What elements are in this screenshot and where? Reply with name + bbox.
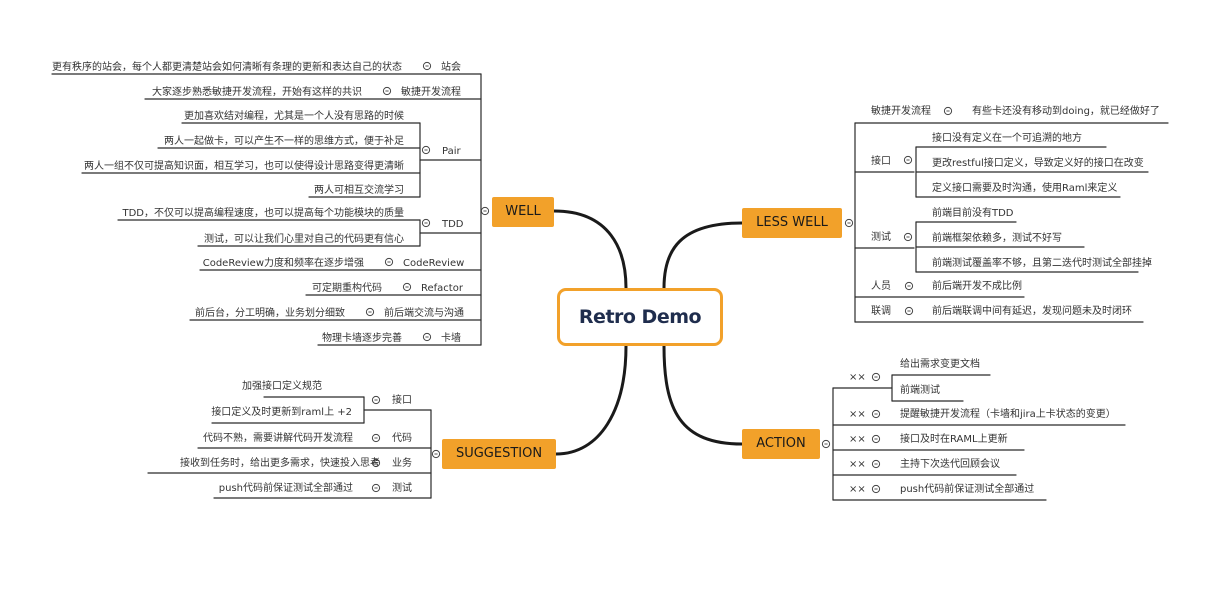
lesswell-agile-topic[interactable]: 敏捷开发流程 — [871, 105, 931, 118]
well-standup-topic[interactable]: 站会 — [441, 61, 461, 74]
root-topic[interactable]: Retro Demo — [557, 288, 723, 346]
well-pair-detail-3: 两人可相互交流学习 — [314, 185, 404, 196]
suggestion-test-topic[interactable]: 测试 — [392, 482, 412, 495]
suggestion-code-topic[interactable]: 代码 — [392, 432, 412, 445]
well-codereview-topic[interactable]: CodeReview — [403, 257, 464, 270]
action-detail-0-0: 给出需求变更文档 — [900, 359, 980, 370]
action-detail-1: 提醒敏捷开发流程（卡墙和jira上卡状态的变更） — [900, 409, 1116, 420]
lesswell-people-detail: 前后端开发不成比例 — [932, 281, 1022, 292]
suggestion-api-detail-0: 加强接口定义规范 — [242, 381, 322, 392]
lesswell-integration-topic[interactable]: 联调 — [871, 305, 891, 318]
suggestion-api-detail-1: 接口定义及时更新到raml上 +2 — [211, 407, 352, 418]
action-owner-mark-2: ×× — [849, 434, 866, 445]
suggestion-api-topic[interactable]: 接口 — [392, 394, 412, 407]
well-pair-detail-0: 更加喜欢结对编程，尤其是一个人没有思路的时候 — [184, 111, 404, 122]
well-frontback-topic[interactable]: 前后端交流与沟通 — [384, 307, 464, 320]
lesswell-api-detail-2: 定义接口需要及时沟通，使用Raml来定义 — [932, 183, 1118, 194]
well-tdd-topic[interactable]: TDD — [442, 218, 464, 231]
suggestion-business-topic[interactable]: 业务 — [392, 457, 412, 470]
suggestion-test-detail: push代码前保证测试全部通过 — [218, 483, 353, 494]
well-pair-detail-2: 两人一组不仅可提高知识面，相互学习，也可以使得设计思路变得更清晰 — [84, 161, 404, 172]
lesswell-people-topic[interactable]: 人员 — [871, 280, 891, 293]
well-refactor-topic[interactable]: Refactor — [421, 282, 463, 295]
well-tdd-detail-0: TDD，不仅可以提高编程速度，也可以提高每个功能模块的质量 — [122, 208, 404, 219]
action-detail-4: push代码前保证测试全部通过 — [900, 484, 1035, 495]
action-owner-mark-4: ×× — [849, 484, 866, 495]
well-agile-topic[interactable]: 敏捷开发流程 — [401, 86, 461, 99]
well-codereview-detail: CodeReview力度和频率在逐步增强 — [202, 258, 364, 269]
action-owner-mark-3: ×× — [849, 459, 866, 470]
well-cardwall-detail: 物理卡墙逐步完善 — [322, 333, 402, 344]
lesswell-agile-detail: 有些卡还没有移动到doing，就已经做好了 — [972, 106, 1160, 117]
well-cardwall-topic[interactable]: 卡墙 — [441, 332, 461, 345]
lesswell-api-detail-0: 接口没有定义在一个可追溯的地方 — [932, 133, 1082, 144]
lesswell-integration-detail: 前后端联调中间有延迟，发现问题未及时闭环 — [932, 306, 1132, 317]
branch-well[interactable]: WELL — [492, 197, 554, 227]
well-tdd-detail-1: 测试，可以让我们心里对自己的代码更有信心 — [204, 234, 404, 245]
action-owner-mark-1: ×× — [849, 409, 866, 420]
branch-suggestion[interactable]: SUGGESTION — [442, 439, 556, 469]
lesswell-test-detail-2: 前端测试覆盖率不够，且第二迭代时测试全部挂掉 — [932, 258, 1152, 269]
well-standup-detail: 更有秩序的站会，每个人都更清楚站会如何清晰有条理的更新和表达自己的状态 — [52, 62, 402, 73]
suggestion-code-detail: 代码不熟，需要讲解代码开发流程 — [203, 433, 353, 444]
lesswell-test-detail-0: 前端目前没有TDD — [932, 208, 1014, 219]
action-detail-3: 主持下次迭代回顾会议 — [900, 459, 1000, 470]
action-detail-2: 接口及时在RAML上更新 — [900, 434, 1008, 445]
action-detail-0-1: 前端测试 — [900, 385, 940, 396]
lesswell-api-detail-1: 更改restful接口定义，导致定义好的接口在改变 — [932, 158, 1144, 169]
branch-less-well[interactable]: LESS WELL — [742, 208, 842, 238]
well-pair-topic[interactable]: Pair — [442, 145, 461, 158]
well-refactor-detail: 可定期重构代码 — [312, 283, 382, 294]
lesswell-test-topic[interactable]: 测试 — [871, 231, 891, 244]
lesswell-test-detail-1: 前端框架依赖多，测试不好写 — [932, 233, 1062, 244]
branch-action[interactable]: ACTION — [742, 429, 820, 459]
lesswell-api-topic[interactable]: 接口 — [871, 155, 891, 168]
well-pair-detail-1: 两人一起做卡，可以产生不一样的思维方式，便于补足 — [164, 136, 404, 147]
action-owner-mark-0: ×× — [849, 372, 866, 383]
suggestion-business-detail: 接收到任务时，给出更多需求，快速投入思考 — [180, 458, 380, 469]
well-agile-detail: 大家逐步熟悉敏捷开发流程，开始有这样的共识 — [152, 87, 362, 98]
well-frontback-detail: 前后台，分工明确，业务划分细致 — [195, 308, 345, 319]
